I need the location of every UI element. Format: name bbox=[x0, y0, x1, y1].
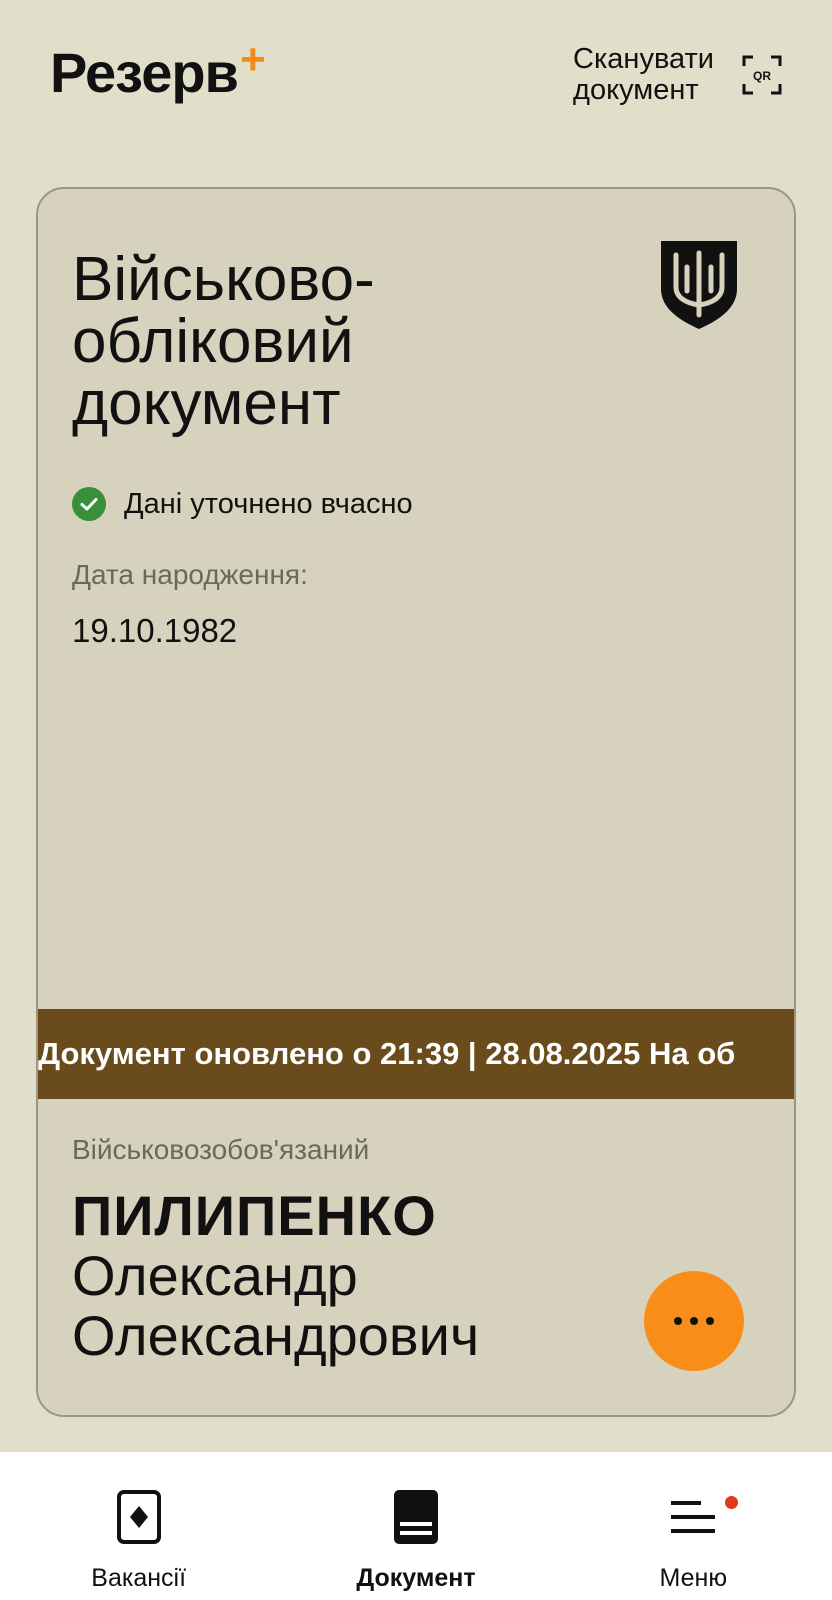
patronymic: Олександрович bbox=[72, 1304, 480, 1367]
logo-plus: + bbox=[239, 35, 266, 84]
nav-item-vacancies[interactable]: Вакансії bbox=[0, 1452, 277, 1600]
check-circle-icon bbox=[72, 487, 106, 521]
document-icon bbox=[391, 1490, 441, 1544]
logo-text: Резерв bbox=[50, 41, 239, 104]
document-card[interactable]: Військово-обліковий документ Дані уточне… bbox=[36, 187, 796, 1417]
dob-label: Дата народження: bbox=[72, 559, 308, 590]
full-name: ПИЛИПЕНКО Олександр Олександрович bbox=[72, 1186, 632, 1366]
status-row: Дані уточнено вчасно bbox=[72, 487, 413, 521]
role-label: Військовозобов'язаний bbox=[72, 1134, 370, 1165]
scan-document-label: Сканувати документ bbox=[573, 44, 714, 106]
status-text: Дані уточнено вчасно bbox=[124, 487, 413, 520]
menu-icon bbox=[668, 1490, 718, 1544]
ticker-text: Документ оновлено о 21:39 | 28.08.2025 Н… bbox=[38, 1036, 736, 1071]
qr-scan-icon[interactable]: QR bbox=[742, 55, 782, 95]
more-dots-icon bbox=[674, 1317, 714, 1325]
document-title: Військово-обліковий документ bbox=[72, 245, 375, 438]
app-screen: Резерв + Сканувати документ QR Військово… bbox=[0, 0, 832, 1600]
dob-value: 19.10.1982 bbox=[72, 612, 238, 649]
logo: Резерв + bbox=[50, 35, 266, 104]
scan-label-line1: Сканувати bbox=[573, 43, 714, 75]
nav-item-document[interactable]: Документ bbox=[277, 1452, 554, 1600]
scan-label-line2: документ bbox=[573, 74, 699, 106]
scan-document-button[interactable]: Сканувати документ QR bbox=[573, 44, 782, 106]
update-ticker: Документ оновлено о 21:39 | 28.08.2025 Н… bbox=[38, 1009, 794, 1099]
last-name: ПИЛИПЕНКО bbox=[72, 1184, 437, 1247]
nav-label-vacancies: Вакансії bbox=[91, 1564, 187, 1592]
vacancies-icon bbox=[114, 1490, 164, 1544]
nav-label-menu: Меню bbox=[659, 1564, 728, 1592]
nav-item-menu[interactable]: Меню bbox=[555, 1452, 832, 1600]
nav-label-document: Документ bbox=[356, 1564, 476, 1592]
menu-notification-badge bbox=[724, 1496, 738, 1509]
trident-shield-icon bbox=[659, 239, 739, 331]
first-name: Олександр bbox=[72, 1244, 358, 1307]
header: Резерв + Сканувати документ QR bbox=[0, 0, 832, 160]
svg-text:QR: QR bbox=[753, 69, 771, 83]
bottom-nav: Вакансії Документ Меню bbox=[0, 1452, 832, 1600]
more-options-button[interactable] bbox=[644, 1271, 744, 1371]
